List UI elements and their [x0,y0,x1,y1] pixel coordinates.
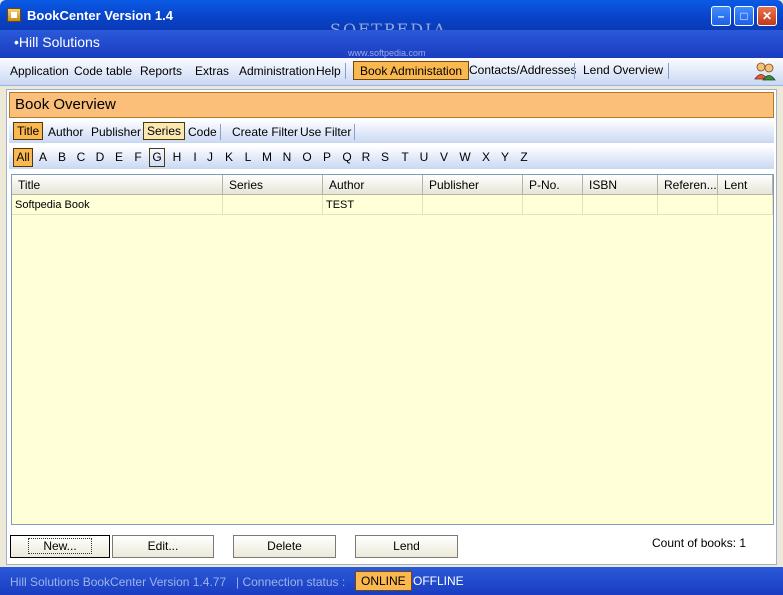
letter-l[interactable]: L [240,150,256,164]
menu-separator [345,63,346,79]
sort-author[interactable]: Author [45,124,86,140]
cell-p-no [523,195,583,215]
book-count: Count of books: 1 [652,536,747,550]
column-header-publisher[interactable]: Publisher [423,175,523,195]
letter-c[interactable]: C [73,150,89,164]
window-title: BookCenter Version 1.4 [27,8,173,23]
column-header-lent[interactable]: Lent [718,175,773,195]
letter-all[interactable]: All [13,148,33,167]
table-row[interactable]: Softpedia Book TEST [12,195,773,215]
letter-q[interactable]: Q [339,150,355,164]
menu-separator [574,63,575,79]
letter-n[interactable]: N [279,150,295,164]
letter-f[interactable]: F [130,150,146,164]
column-header-p-no[interactable]: P-No. [523,175,583,195]
menu-separator [668,63,669,79]
cell-isbn [583,195,658,215]
menu-application[interactable]: Application [10,64,69,78]
cell-title: Softpedia Book [12,195,223,215]
letter-p[interactable]: P [319,150,335,164]
menu-reports[interactable]: Reports [140,64,182,78]
online-badge[interactable]: ONLINE [355,571,412,591]
connection-status-label: | Connection status : [236,575,346,589]
letter-u[interactable]: U [416,150,432,164]
letter-o[interactable]: O [299,150,315,164]
app-book-icon[interactable] [7,8,21,22]
letter-d[interactable]: D [92,150,108,164]
version-label: Hill Solutions BookCenter Version 1.4.77 [10,575,227,589]
watermark-url: www.softpedia.com [348,48,426,58]
table-header: Title Series Author Publisher P-No. ISBN… [12,175,773,195]
letter-m[interactable]: M [259,150,275,164]
books-table[interactable]: Title Series Author Publisher P-No. ISBN… [11,174,774,525]
new-button[interactable]: New... [10,535,110,558]
filter-separator [220,124,221,140]
letter-j[interactable]: J [202,150,218,164]
letter-z[interactable]: Z [516,150,532,164]
column-header-reference[interactable]: Referen... [658,175,718,195]
tab-contacts-addresses[interactable]: Contacts/Addresses [463,61,582,80]
sort-publisher[interactable]: Publisher [88,124,144,140]
letter-i[interactable]: I [187,150,203,164]
sort-title[interactable]: Title [13,122,44,140]
letter-g[interactable]: G [149,148,165,167]
cell-author: TEST [323,195,423,215]
letter-h[interactable]: H [169,150,185,164]
close-button[interactable]: ✕ [757,6,777,26]
cell-series [223,195,323,215]
menu-bar: Application Code table Reports Extras Ad… [0,58,783,86]
minimize-button[interactable]: – [711,6,731,26]
menu-code-table[interactable]: Code table [74,64,132,78]
menu-help[interactable]: Help [316,64,341,78]
menu-administration[interactable]: Administration [239,64,315,78]
use-filter-button[interactable]: Use Filter [297,124,354,140]
cell-publisher [423,195,523,215]
maximize-button[interactable]: □ [734,6,754,26]
tab-lend-overview[interactable]: Lend Overview [577,61,669,80]
letter-b[interactable]: B [54,150,70,164]
filter-separator [354,124,355,140]
letter-v[interactable]: V [436,150,452,164]
page-title: Book Overview [9,92,774,118]
create-filter-button[interactable]: Create Filter [229,124,301,140]
menu-extras[interactable]: Extras [195,64,229,78]
column-header-title[interactable]: Title [12,175,223,195]
column-header-series[interactable]: Series [223,175,323,195]
delete-button[interactable]: Delete [233,535,336,558]
cell-reference [658,195,718,215]
letter-a[interactable]: A [35,150,51,164]
letter-x[interactable]: X [478,150,494,164]
letter-e[interactable]: E [111,150,127,164]
cell-lent [718,195,773,215]
letter-t[interactable]: T [397,150,413,164]
letter-s[interactable]: S [377,150,393,164]
column-header-isbn[interactable]: ISBN [583,175,658,195]
users-icon[interactable] [754,61,776,81]
edit-button[interactable]: Edit... [112,535,214,558]
letter-w[interactable]: W [457,150,473,164]
letter-k[interactable]: K [221,150,237,164]
offline-badge[interactable]: OFFLINE [413,574,464,588]
tab-book-administation[interactable]: Book Administation [353,61,470,80]
alphabet-bar: All A B C D E F G H I J K L M N O P Q R … [9,147,774,169]
letter-r[interactable]: R [358,150,374,164]
sort-code[interactable]: Code [185,124,220,140]
sort-series[interactable]: Series [143,122,186,140]
sort-filter-bar: Title Author Publisher Series Code Creat… [9,121,774,143]
column-header-author[interactable]: Author [323,175,423,195]
lend-button[interactable]: Lend [355,535,458,558]
company-name: •Hill Solutions [14,34,100,50]
letter-y[interactable]: Y [497,150,513,164]
